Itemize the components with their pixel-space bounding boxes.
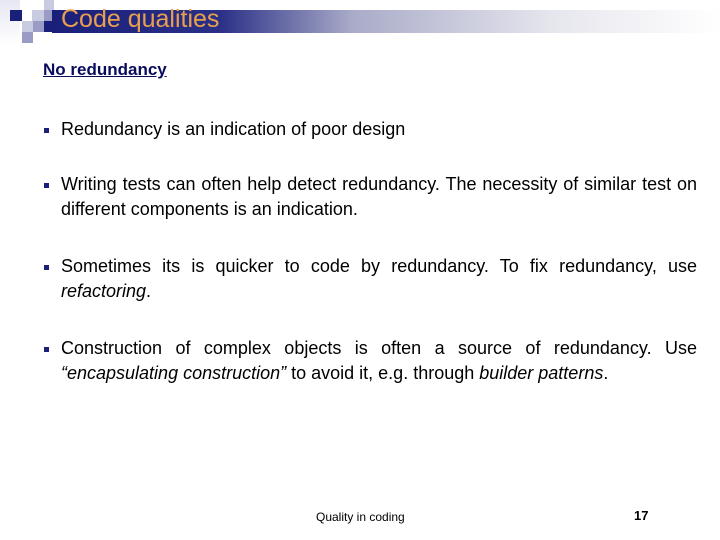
text-run: . [146,281,152,301]
emphasis-text: refactoring [61,281,147,301]
bullet-square-icon [44,128,49,133]
slide-subtitle: No redundancy [43,60,167,79]
deco-square [0,0,20,45]
bullet-text: Writing tests can often help detect redu… [61,172,697,222]
text-run: to avoid it, e.g. through [286,363,480,383]
emphasis-text: “encapsulating construction” [61,363,287,383]
deco-square [10,10,22,21]
deco-square [22,21,33,32]
bullet-text: Redundancy is an indication of poor desi… [61,117,697,142]
text-run: Writing tests can often help detect redu… [61,174,697,219]
bullet-square-icon [44,265,49,270]
page-number: 17 [634,508,649,523]
deco-square [22,32,33,43]
deco-square [44,0,54,10]
text-run: Construction of complex objects is often… [61,338,697,358]
text-run: Redundancy is an indication of poor desi… [61,119,406,139]
text-run: . [603,363,609,383]
bullet-text: Sometimes its is quicker to code by redu… [61,254,697,304]
deco-square [33,21,44,32]
slide-title: Code qualities [61,5,220,33]
bullet-text: Construction of complex objects is often… [61,336,697,386]
footer-text: Quality in coding [316,510,405,524]
bullet-square-icon [44,347,49,352]
bullet-square-icon [44,183,49,188]
deco-square [32,10,44,21]
emphasis-text: builder patterns [479,363,604,383]
text-run: Sometimes its is quicker to code by redu… [61,256,697,276]
